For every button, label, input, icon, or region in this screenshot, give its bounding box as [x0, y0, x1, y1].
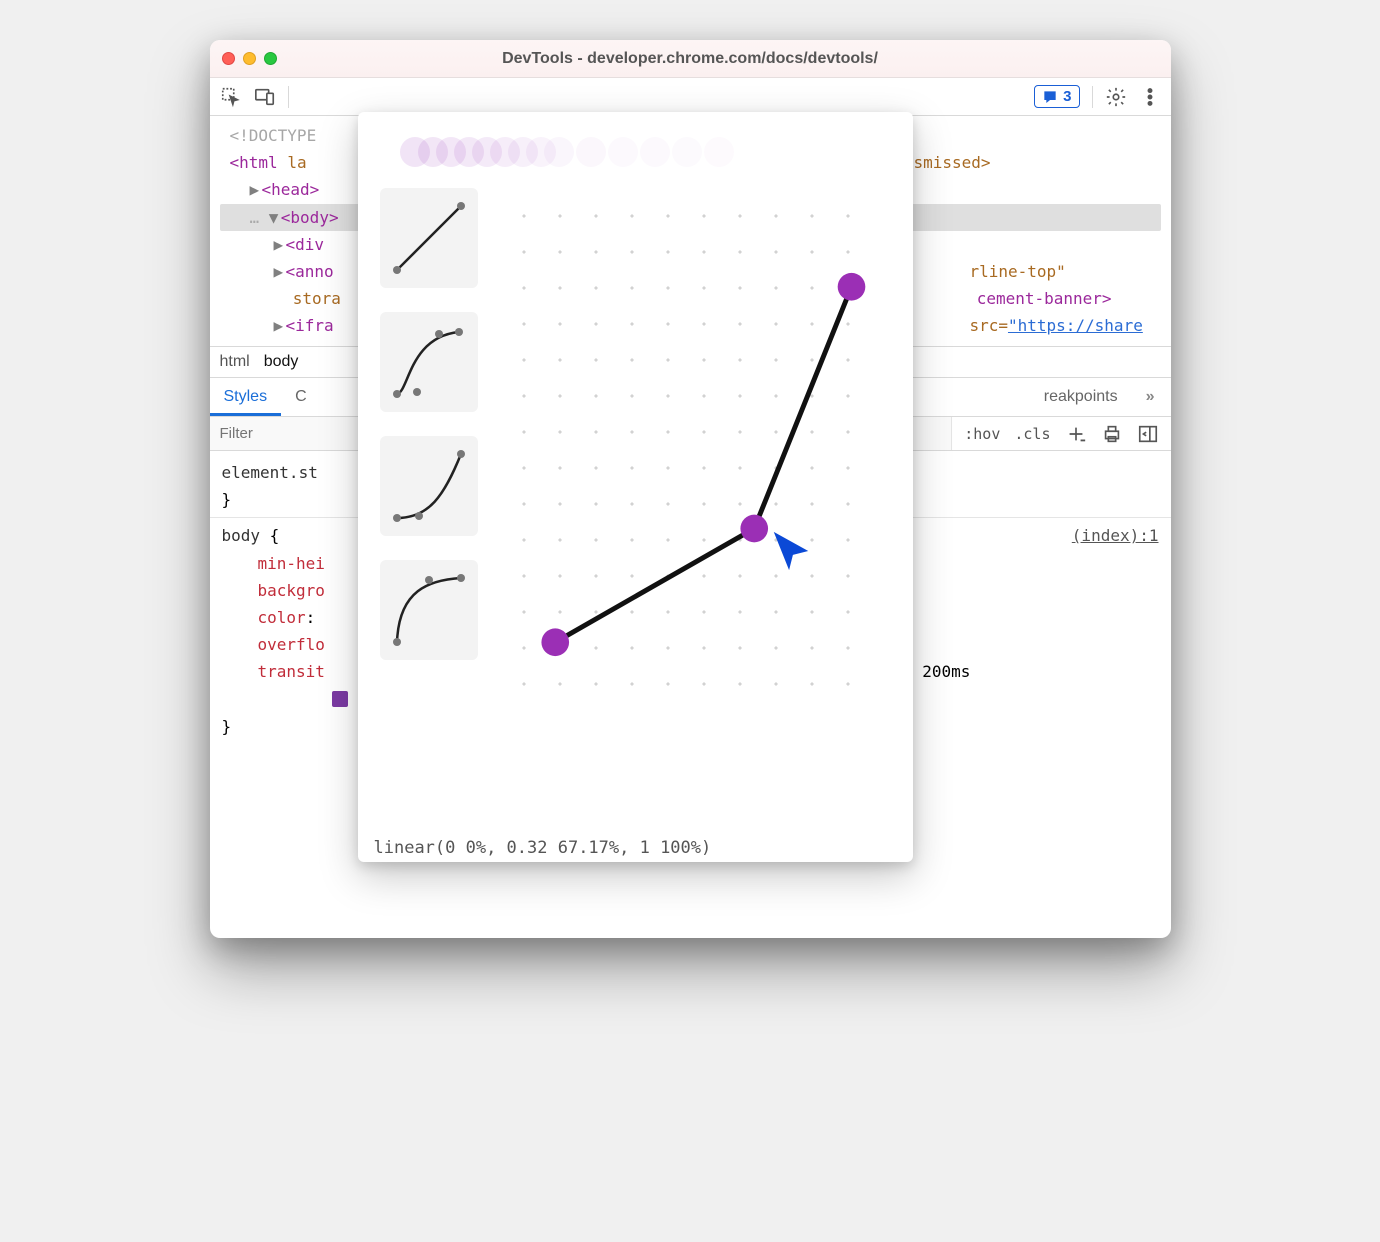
tabbar-overflow-icon[interactable]: »	[1132, 378, 1171, 416]
easing-swatch-icon[interactable]	[332, 691, 348, 707]
easing-curve-editor[interactable]	[496, 188, 891, 708]
traffic-lights	[222, 52, 277, 65]
zoom-window-button[interactable]	[264, 52, 277, 65]
tab-computed-partial[interactable]: C	[281, 378, 321, 416]
tab-breakpoints-partial[interactable]: reakpoints	[1030, 378, 1132, 416]
gear-icon[interactable]	[1105, 86, 1127, 108]
inspect-icon[interactable]	[220, 86, 242, 108]
tab-styles[interactable]: Styles	[210, 378, 282, 416]
cursor-arrow-icon	[768, 528, 814, 574]
preset-ease-in[interactable]	[380, 436, 478, 536]
curve-point-1[interactable]	[740, 515, 768, 543]
more-icon[interactable]	[1139, 86, 1161, 108]
window-title: DevTools - developer.chrome.com/docs/dev…	[210, 50, 1171, 68]
divider	[1092, 86, 1093, 108]
prop-overflow[interactable]: overflo	[258, 635, 325, 654]
prop-transition[interactable]: transit	[258, 662, 325, 681]
titlebar: DevTools - developer.chrome.com/docs/dev…	[210, 40, 1171, 78]
device-toggle-icon[interactable]	[254, 86, 276, 108]
curve-point-0[interactable]	[541, 628, 569, 656]
easing-presets	[380, 188, 478, 708]
close-window-button[interactable]	[222, 52, 235, 65]
minimize-window-button[interactable]	[243, 52, 256, 65]
easing-curve[interactable]	[496, 188, 891, 702]
prop-background[interactable]: backgro	[258, 581, 325, 600]
preset-ease-out[interactable]	[380, 560, 478, 660]
issues-count: 3	[1063, 88, 1071, 105]
curve-point-2[interactable]	[837, 273, 865, 301]
divider	[288, 86, 289, 108]
preset-linear[interactable]	[380, 188, 478, 288]
print-icon[interactable]	[1101, 423, 1123, 445]
new-rule-icon[interactable]	[1065, 423, 1087, 445]
rule-2-selector[interactable]: body	[222, 526, 261, 545]
cls-toggle[interactable]: .cls	[1014, 425, 1050, 443]
prop-min-height[interactable]: min-hei	[258, 554, 325, 573]
prop-color[interactable]: color	[258, 608, 306, 627]
animation-preview	[380, 134, 891, 170]
rule-source-link[interactable]: (index):1	[1072, 522, 1159, 549]
hov-toggle[interactable]: :hov	[964, 425, 1000, 443]
easing-editor-popover[interactable]: linear(0 0%, 0.32 67.17%, 1 100%)	[358, 112, 913, 862]
preset-ease-in-out[interactable]	[380, 312, 478, 412]
rule-1-selector[interactable]: element.st	[222, 463, 318, 482]
breadcrumb-html[interactable]: html	[220, 353, 250, 371]
devtools-window: DevTools - developer.chrome.com/docs/dev…	[210, 40, 1171, 938]
breadcrumb-body[interactable]: body	[264, 353, 299, 371]
issues-badge[interactable]: 3	[1034, 85, 1079, 108]
easing-text-value[interactable]: linear(0 0%, 0.32 67.17%, 1 100%)	[358, 838, 913, 858]
devtools-toolbar: 3	[210, 78, 1171, 116]
sidebar-toggle-icon[interactable]	[1137, 423, 1159, 445]
curve-line	[555, 287, 851, 643]
